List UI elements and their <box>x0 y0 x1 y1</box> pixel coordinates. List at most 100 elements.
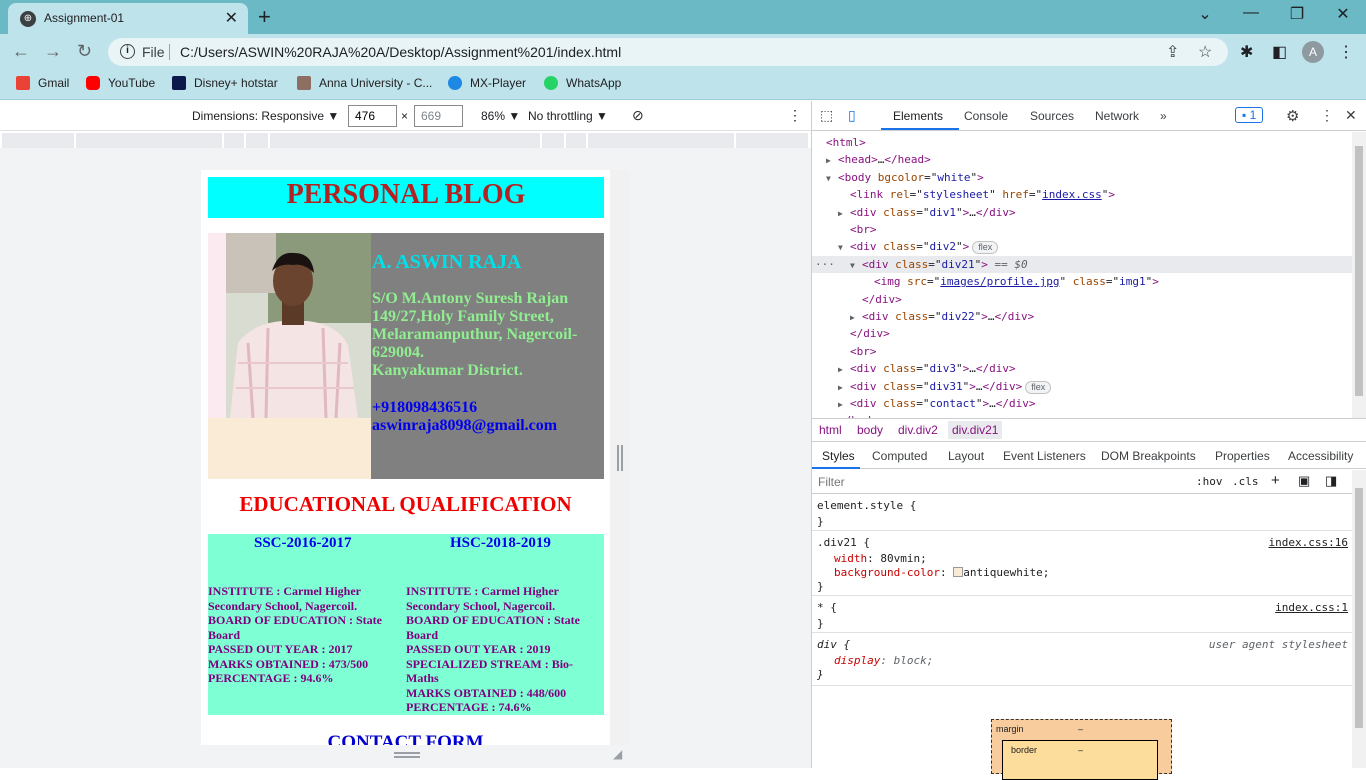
tab-console[interactable]: Console <box>964 109 1008 123</box>
rotate-icon[interactable]: ⊘ <box>632 107 644 124</box>
dom-node[interactable]: </div> <box>812 325 1352 342</box>
breadcrumb-html[interactable]: html <box>819 423 842 437</box>
share-icon[interactable]: ⇪ <box>1166 42 1179 62</box>
collapse-arrow-icon[interactable]: ▼ <box>850 257 862 274</box>
expand-arrow-icon[interactable]: ▶ <box>838 396 850 413</box>
side-panel-icon[interactable]: ◧ <box>1272 42 1287 62</box>
height-input[interactable] <box>414 105 463 127</box>
media-query-segment[interactable] <box>588 133 734 148</box>
dom-node[interactable]: <br> <box>812 343 1352 360</box>
tab-search-icon[interactable]: ⌄ <box>1182 4 1228 24</box>
media-query-segment[interactable] <box>566 133 586 148</box>
expand-arrow-icon[interactable]: ▶ <box>838 379 850 396</box>
address-bar[interactable]: i File C:/Users/ASWIN%20RAJA%20A/Desktop… <box>108 38 1228 66</box>
tab-sources[interactable]: Sources <box>1030 109 1074 123</box>
css-declaration[interactable]: width: 80vmin; <box>834 552 927 565</box>
device-more-icon[interactable]: ⋮ <box>788 107 802 124</box>
dom-node[interactable]: <html> <box>812 134 1352 151</box>
dom-node[interactable]: </div> <box>812 291 1352 308</box>
tab-accessibility[interactable]: Accessibility <box>1288 449 1353 463</box>
bookmark-gmail[interactable]: Gmail <box>16 76 69 94</box>
dom-node[interactable]: ▶ <div class="div1">…</div> <box>812 204 1352 221</box>
bookmark-anna-university[interactable]: Anna University - C... <box>297 76 432 94</box>
dom-node[interactable]: ▼ <body bgcolor="white"> <box>812 169 1352 186</box>
box-model-border[interactable]: border – <box>1002 740 1158 780</box>
tab-event-listeners[interactable]: Event Listeners <box>1003 449 1086 463</box>
tab-properties[interactable]: Properties <box>1215 449 1270 463</box>
close-devtools-icon[interactable]: ✕ <box>1345 107 1357 124</box>
close-tab-icon[interactable]: ✕ <box>225 8 238 28</box>
styles-scrollbar[interactable] <box>1352 470 1366 768</box>
media-query-segment[interactable] <box>2 133 74 148</box>
dom-node[interactable]: ▼ <div class="div2"> flex <box>812 238 1352 255</box>
throttling-dropdown[interactable]: No throttling ▼ <box>528 109 608 123</box>
dimensions-dropdown[interactable]: Dimensions: Responsive ▼ <box>192 109 339 123</box>
forward-button[interactable]: → <box>44 41 62 62</box>
zoom-dropdown[interactable]: 86% ▼ <box>481 109 520 123</box>
dom-node[interactable]: ▶ <head>…</head> <box>812 151 1352 168</box>
inspect-element-icon[interactable]: ⬚ <box>820 107 833 124</box>
bottom-resize-handle[interactable] <box>394 752 420 758</box>
media-query-segment[interactable] <box>270 133 540 148</box>
reload-button[interactable]: ↻ <box>77 41 92 62</box>
tab-computed[interactable]: Computed <box>872 449 927 463</box>
dom-tree-scrollbar[interactable] <box>1352 132 1366 418</box>
breadcrumb-body[interactable]: body <box>857 423 883 437</box>
dom-node[interactable]: <br> <box>812 221 1352 238</box>
media-query-segment[interactable] <box>542 133 564 148</box>
collapse-arrow-icon[interactable]: ▼ <box>838 239 850 256</box>
scroll-thumb[interactable] <box>1355 488 1363 728</box>
bookmark-whatsapp[interactable]: WhatsApp <box>544 76 621 94</box>
dom-node[interactable]: ▶ <div class="div31">…</div> flex <box>812 378 1352 395</box>
cls-toggle[interactable]: .cls <box>1232 475 1259 488</box>
new-rule-icon[interactable]: + <box>1271 472 1280 489</box>
border-value[interactable]: – <box>1078 745 1083 755</box>
media-query-segment[interactable] <box>736 133 808 148</box>
tab-network[interactable]: Network <box>1095 109 1139 123</box>
rule-selector[interactable]: .div21 { <box>817 536 870 549</box>
dom-node[interactable]: <img src="images/profile.jpg" class="img… <box>812 273 1352 290</box>
right-resize-handle[interactable] <box>617 445 623 471</box>
more-tabs-icon[interactable]: » <box>1160 109 1167 123</box>
rule-selector[interactable]: * { <box>817 601 837 614</box>
dom-node[interactable]: ··· ▼ <div class="div21"> == $0 <box>812 255 1352 274</box>
bookmark-mx-player[interactable]: MX-Player <box>448 76 526 94</box>
new-tab-button[interactable]: + <box>258 4 271 30</box>
bookmark-star-icon[interactable]: ☆ <box>1198 42 1212 62</box>
devtools-menu-icon[interactable]: ⋮ <box>1320 107 1334 124</box>
device-toggle-icon[interactable]: ▯ <box>848 107 856 124</box>
dom-node[interactable]: ▶ <div class="div22">…</div> <box>812 308 1352 325</box>
expand-arrow-icon[interactable]: ▶ <box>838 205 850 222</box>
rendering-emulation-icon[interactable]: ▣ <box>1298 473 1310 489</box>
media-query-segment[interactable] <box>76 133 222 148</box>
tab-dom-breakpoints[interactable]: DOM Breakpoints <box>1101 449 1196 463</box>
back-button[interactable]: ← <box>12 41 30 62</box>
browser-tab[interactable]: ⊕ Assignment-01 ✕ <box>8 3 248 34</box>
breadcrumb-div21[interactable]: div.div21 <box>948 421 1003 439</box>
issues-badge[interactable]: ▪ 1 <box>1235 107 1264 123</box>
corner-resize-icon[interactable]: ◢ <box>613 747 622 761</box>
settings-gear-icon[interactable]: ⚙ <box>1286 107 1299 125</box>
rule-selector[interactable]: div { <box>817 638 850 651</box>
bookmark-youtube[interactable]: YouTube <box>86 76 155 94</box>
minimize-button[interactable]: — <box>1228 4 1274 22</box>
rule-source-link[interactable]: index.css:1 <box>1275 601 1348 614</box>
tab-styles[interactable]: Styles <box>822 449 855 463</box>
dom-node[interactable]: <link rel="stylesheet" href="index.css"> <box>812 186 1352 203</box>
expand-arrow-icon[interactable]: ▶ <box>838 361 850 378</box>
avatar[interactable]: A <box>1302 41 1324 63</box>
restore-button[interactable]: ❐ <box>1274 4 1320 24</box>
dom-node[interactable]: ▶ <div class="div3">…</div> <box>812 360 1352 377</box>
filter-input[interactable] <box>814 472 1184 492</box>
breadcrumb-div2[interactable]: div.div2 <box>898 423 938 437</box>
expand-arrow-icon[interactable]: ▶ <box>850 309 862 326</box>
bookmark-hotstar[interactable]: Disney+ hotstar <box>172 76 278 94</box>
tab-elements[interactable]: Elements <box>893 109 943 123</box>
expand-arrow-icon[interactable]: ▶ <box>826 152 838 169</box>
margin-value[interactable]: – <box>1078 724 1083 734</box>
extensions-icon[interactable]: ✱ <box>1240 42 1253 62</box>
close-window-button[interactable]: ✕ <box>1320 4 1366 24</box>
scroll-thumb[interactable] <box>1355 146 1363 396</box>
media-query-segment[interactable] <box>224 133 244 148</box>
color-swatch[interactable] <box>953 567 964 577</box>
